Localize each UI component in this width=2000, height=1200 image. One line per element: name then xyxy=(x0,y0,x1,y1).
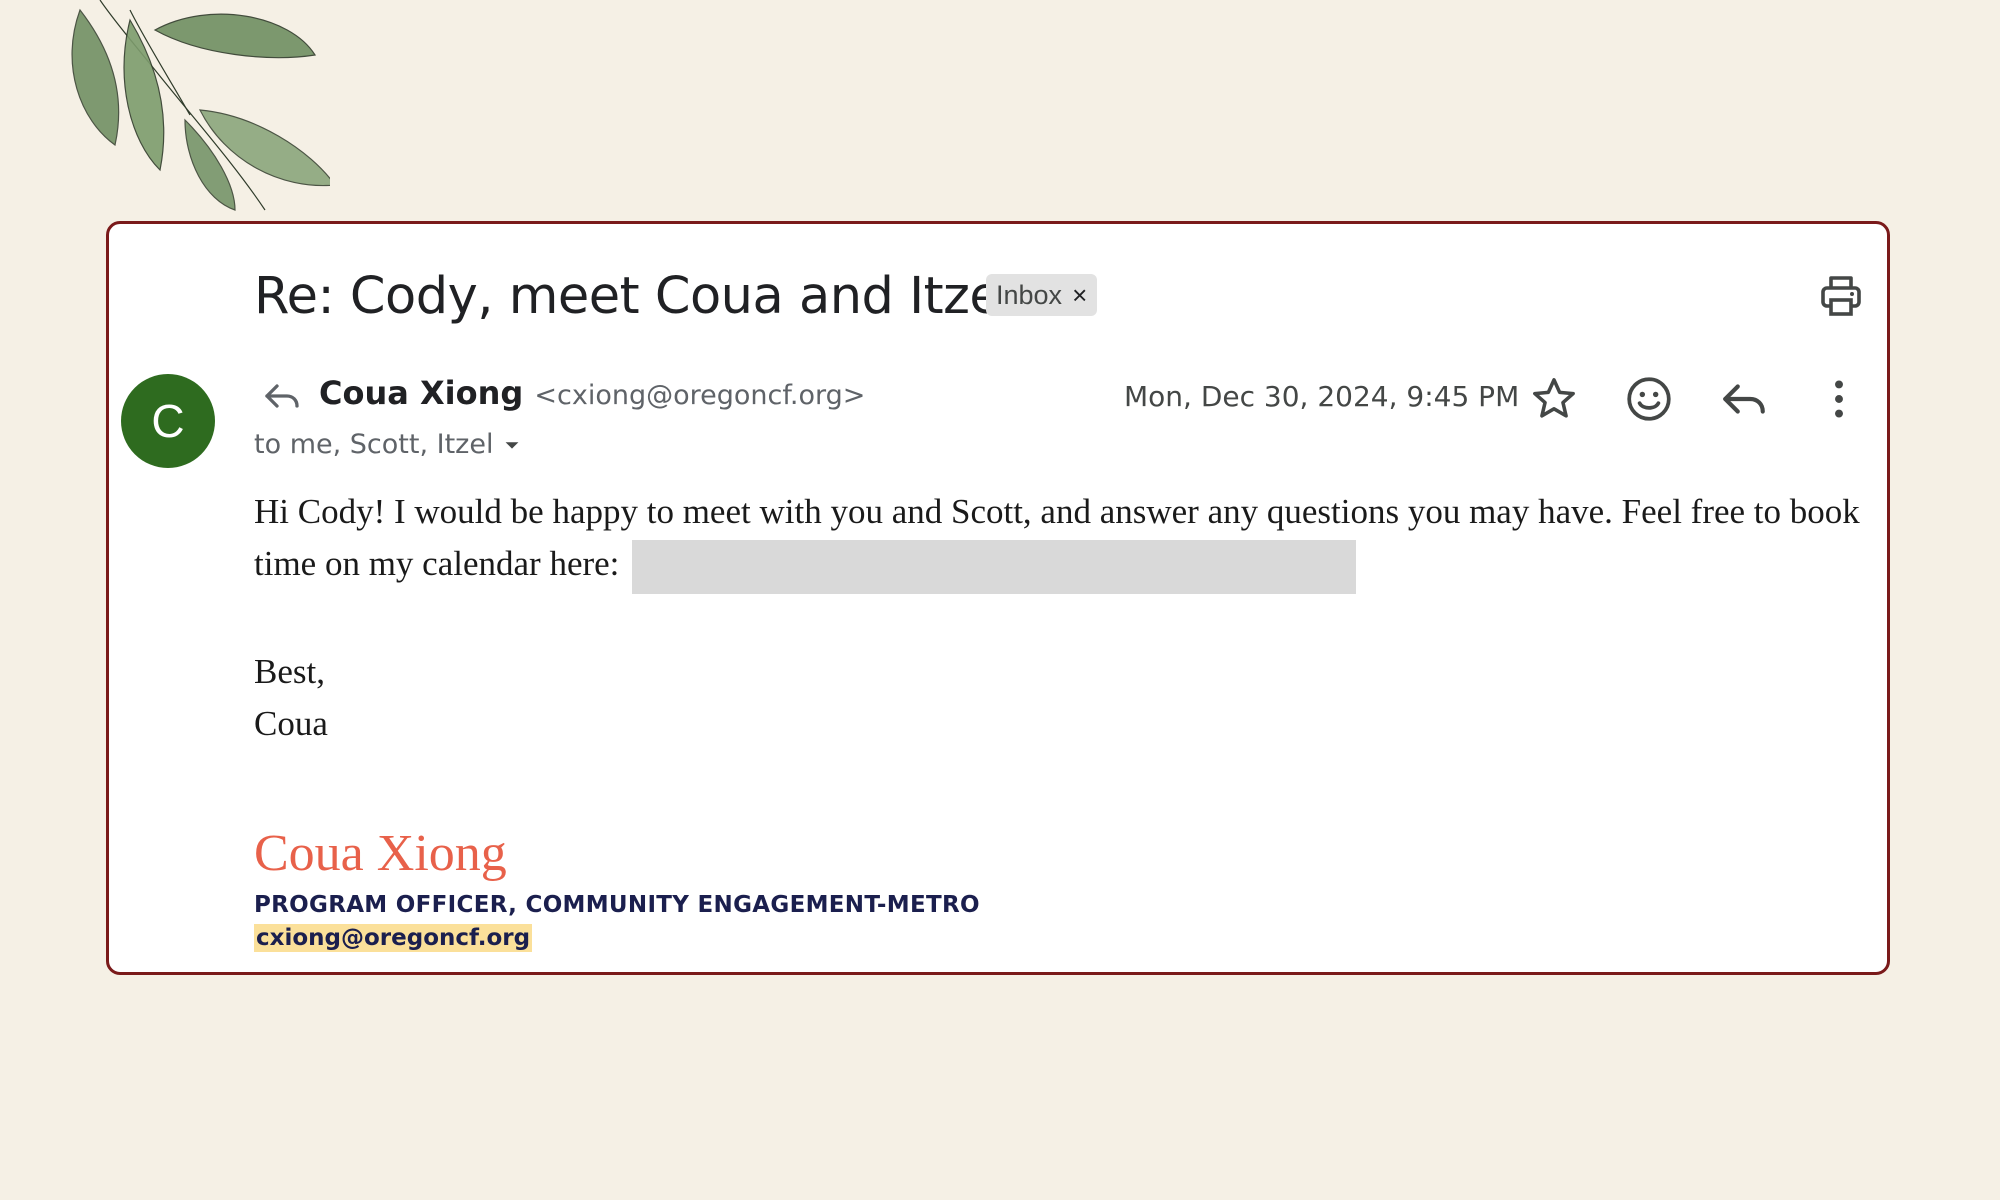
leaf-decoration xyxy=(71,0,330,211)
redacted-link xyxy=(632,539,1357,594)
remove-label-button[interactable]: × xyxy=(1072,282,1087,308)
inbox-label-chip[interactable]: Inbox × xyxy=(986,274,1098,316)
star-icon[interactable] xyxy=(1529,374,1579,424)
body-paragraph: Hi Cody! I would be happy to meet with y… xyxy=(254,486,1874,594)
chevron-down-icon[interactable] xyxy=(501,434,523,456)
signoff: Best, xyxy=(254,651,325,691)
sender-avatar: C xyxy=(121,374,215,468)
sender-line: Coua Xiong <cxiong@oregoncf.org> xyxy=(319,374,865,412)
email-card: Re: Cody, meet Coua and Itzel! Inbox × C… xyxy=(106,221,1890,975)
sender-email: <cxiong@oregoncf.org> xyxy=(534,380,866,411)
recipients-line: to me, Scott, Itzel xyxy=(254,429,523,460)
signature-title: PROGRAM OFFICER, COMMUNITY ENGAGEMENT-ME… xyxy=(254,892,980,918)
email-date: Mon, Dec 30, 2024, 9:45 PM xyxy=(1124,380,1520,413)
label-text: Inbox xyxy=(996,279,1063,310)
reply-icon xyxy=(265,384,299,408)
recipients-text: to me, Scott, Itzel xyxy=(254,429,494,460)
emoji-icon[interactable] xyxy=(1624,374,1674,424)
more-vert-icon[interactable] xyxy=(1814,374,1864,424)
print-icon[interactable] xyxy=(1815,272,1867,320)
email-subject: Re: Cody, meet Coua and Itzel! xyxy=(254,267,1034,326)
signature-email-link[interactable]: cxiong@oregoncf.org xyxy=(254,924,533,952)
email-body: Hi Cody! I would be happy to meet with y… xyxy=(254,486,1874,750)
signature-name: Coua Xiong xyxy=(254,825,507,882)
sender-name[interactable]: Coua Xiong xyxy=(319,374,523,412)
reply-icon[interactable] xyxy=(1719,374,1769,424)
signoff-name: Coua xyxy=(254,703,328,743)
